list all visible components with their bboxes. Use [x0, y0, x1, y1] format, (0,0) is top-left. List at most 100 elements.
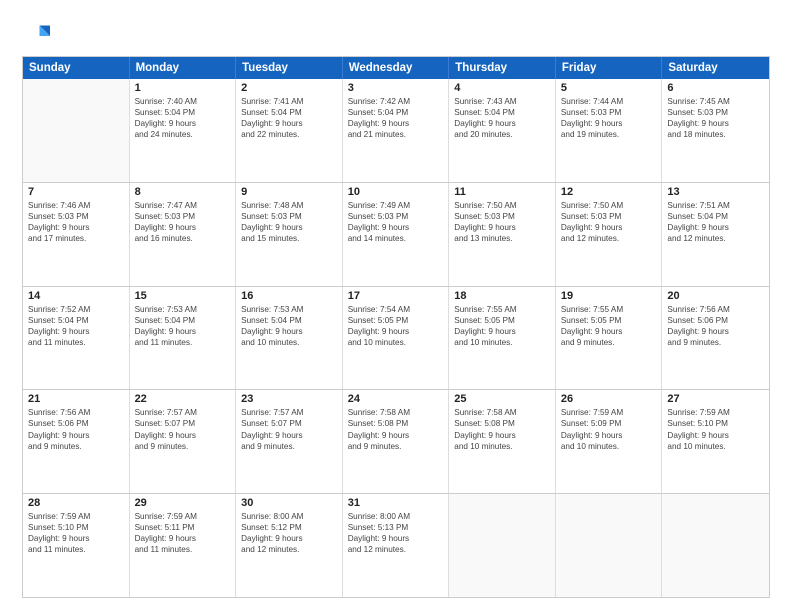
day-number: 12 — [561, 186, 657, 198]
calendar-cell: 20 Sunrise: 7:56 AMSunset: 5:06 PMDayligh… — [662, 287, 769, 390]
calendar-cell: 1Sunrise: 7:40 AMSunset: 5:04 PMDaylight… — [130, 79, 237, 182]
day-number: 24 — [348, 393, 444, 405]
cell-info: Sunrise: 7:57 AMSunset: 5:07 PMDaylight:… — [241, 407, 337, 451]
day-number: 4 — [454, 82, 550, 94]
calendar-cell: 17Sunrise: 7:54 AMSunset: 5:05 PMDayligh… — [343, 287, 450, 390]
day-number: 6 — [667, 82, 764, 94]
cell-info: Sunrise: 7:41 AMSunset: 5:04 PMDaylight:… — [241, 96, 337, 140]
calendar-cell: 23 Sunrise: 7:57 AMSunset: 5:07 PMDayligh… — [236, 390, 343, 493]
calendar-cell: 15 Sunrise: 7:53 AMSunset: 5:04 PMDayligh… — [130, 287, 237, 390]
calendar: SundayMondayTuesdayWednesdayThursdayFrid… — [22, 56, 770, 598]
calendar-cell: 8 Sunrise: 7:47 AMSunset: 5:03 PMDaylight… — [130, 183, 237, 286]
day-number: 20 — [667, 290, 764, 302]
day-number: 27 — [667, 393, 764, 405]
cell-info: Sunrise: 7:46 AMSunset: 5:03 PMDaylight:… — [28, 200, 124, 244]
cell-info: Sunrise: 7:53 AMSunset: 5:04 PMDaylight:… — [241, 304, 337, 348]
weekday-header: Tuesday — [236, 57, 343, 79]
day-number: 18 — [454, 290, 550, 302]
calendar-row: 21 Sunrise: 7:56 AMSunset: 5:06 PMDayligh… — [23, 390, 769, 494]
cell-info: Sunrise: 7:58 AMSunset: 5:08 PMDaylight:… — [454, 407, 550, 451]
cell-info: Sunrise: 7:56 AMSunset: 5:06 PMDaylight:… — [28, 407, 124, 451]
logo — [22, 22, 54, 50]
day-number: 25 — [454, 393, 550, 405]
cell-info: Sunrise: 8:00 AMSunset: 5:12 PMDaylight:… — [241, 511, 337, 555]
cell-info: Sunrise: 7:55 AMSunset: 5:05 PMDaylight:… — [561, 304, 657, 348]
calendar-cell: 27Sunrise: 7:59 AMSunset: 5:10 PMDayligh… — [662, 390, 769, 493]
day-number: 10 — [348, 186, 444, 198]
calendar-cell — [449, 494, 556, 597]
cell-info: Sunrise: 7:50 AMSunset: 5:03 PMDaylight:… — [454, 200, 550, 244]
calendar-cell: 31 Sunrise: 8:00 AMSunset: 5:13 PMDayligh… — [343, 494, 450, 597]
day-number: 16 — [241, 290, 337, 302]
day-number: 8 — [135, 186, 231, 198]
weekday-header: Monday — [130, 57, 237, 79]
day-number: 13 — [667, 186, 764, 198]
cell-info: Sunrise: 7:58 AMSunset: 5:08 PMDaylight:… — [348, 407, 444, 451]
calendar-row: 14 Sunrise: 7:52 AMSunset: 5:04 PMDayligh… — [23, 287, 769, 391]
cell-info: Sunrise: 7:40 AMSunset: 5:04 PMDaylight:… — [135, 96, 231, 140]
cell-info: Sunrise: 7:47 AMSunset: 5:03 PMDaylight:… — [135, 200, 231, 244]
calendar-row: 1Sunrise: 7:40 AMSunset: 5:04 PMDaylight… — [23, 79, 769, 183]
day-number: 30 — [241, 497, 337, 509]
calendar-cell: 9 Sunrise: 7:48 AMSunset: 5:03 PMDaylight… — [236, 183, 343, 286]
calendar-cell: 3 Sunrise: 7:42 AMSunset: 5:04 PMDaylight… — [343, 79, 450, 182]
calendar-cell: 24 Sunrise: 7:58 AMSunset: 5:08 PMDayligh… — [343, 390, 450, 493]
day-number: 28 — [28, 497, 124, 509]
day-number: 3 — [348, 82, 444, 94]
cell-info: Sunrise: 7:59 AMSunset: 5:11 PMDaylight:… — [135, 511, 231, 555]
cell-info: Sunrise: 7:50 AMSunset: 5:03 PMDaylight:… — [561, 200, 657, 244]
day-number: 14 — [28, 290, 124, 302]
day-number: 21 — [28, 393, 124, 405]
cell-info: Sunrise: 7:56 AMSunset: 5:06 PMDaylight:… — [667, 304, 764, 348]
weekday-header: Friday — [556, 57, 663, 79]
calendar-cell: 2 Sunrise: 7:41 AMSunset: 5:04 PMDaylight… — [236, 79, 343, 182]
calendar-cell: 4 Sunrise: 7:43 AMSunset: 5:04 PMDaylight… — [449, 79, 556, 182]
calendar-cell: 5 Sunrise: 7:44 AMSunset: 5:03 PMDaylight… — [556, 79, 663, 182]
calendar-cell: 28 Sunrise: 7:59 AMSunset: 5:10 PMDayligh… — [23, 494, 130, 597]
day-number: 26 — [561, 393, 657, 405]
calendar-cell: 10 Sunrise: 7:49 AMSunset: 5:03 PMDayligh… — [343, 183, 450, 286]
cell-info: Sunrise: 7:52 AMSunset: 5:04 PMDaylight:… — [28, 304, 124, 348]
cell-info: Sunrise: 7:44 AMSunset: 5:03 PMDaylight:… — [561, 96, 657, 140]
calendar-cell — [662, 494, 769, 597]
weekday-header: Wednesday — [343, 57, 450, 79]
cell-info: Sunrise: 7:43 AMSunset: 5:04 PMDaylight:… — [454, 96, 550, 140]
calendar-cell: 30 Sunrise: 8:00 AMSunset: 5:12 PMDayligh… — [236, 494, 343, 597]
calendar-cell: 25 Sunrise: 7:58 AMSunset: 5:08 PMDayligh… — [449, 390, 556, 493]
calendar-cell: 12 Sunrise: 7:50 AMSunset: 5:03 PMDayligh… — [556, 183, 663, 286]
day-number: 11 — [454, 186, 550, 198]
day-number: 7 — [28, 186, 124, 198]
calendar-cell: 13Sunrise: 7:51 AMSunset: 5:04 PMDayligh… — [662, 183, 769, 286]
day-number: 15 — [135, 290, 231, 302]
day-number: 9 — [241, 186, 337, 198]
calendar-cell — [556, 494, 663, 597]
cell-info: Sunrise: 7:59 AMSunset: 5:09 PMDaylight:… — [561, 407, 657, 451]
cell-info: Sunrise: 7:59 AMSunset: 5:10 PMDaylight:… — [28, 511, 124, 555]
weekday-header: Saturday — [662, 57, 769, 79]
header — [22, 18, 770, 50]
calendar-cell: 6Sunrise: 7:45 AMSunset: 5:03 PMDaylight… — [662, 79, 769, 182]
cell-info: Sunrise: 7:55 AMSunset: 5:05 PMDaylight:… — [454, 304, 550, 348]
calendar-cell: 7 Sunrise: 7:46 AMSunset: 5:03 PMDaylight… — [23, 183, 130, 286]
cell-info: Sunrise: 7:42 AMSunset: 5:04 PMDaylight:… — [348, 96, 444, 140]
calendar-cell: 21 Sunrise: 7:56 AMSunset: 5:06 PMDayligh… — [23, 390, 130, 493]
calendar-page: SundayMondayTuesdayWednesdayThursdayFrid… — [0, 0, 792, 612]
day-number: 23 — [241, 393, 337, 405]
cell-info: Sunrise: 7:48 AMSunset: 5:03 PMDaylight:… — [241, 200, 337, 244]
day-number: 29 — [135, 497, 231, 509]
cell-info: Sunrise: 7:53 AMSunset: 5:04 PMDaylight:… — [135, 304, 231, 348]
day-number: 2 — [241, 82, 337, 94]
day-number: 5 — [561, 82, 657, 94]
weekday-header: Thursday — [449, 57, 556, 79]
cell-info: Sunrise: 7:49 AMSunset: 5:03 PMDaylight:… — [348, 200, 444, 244]
cell-info: Sunrise: 7:54 AMSunset: 5:05 PMDaylight:… — [348, 304, 444, 348]
day-number: 31 — [348, 497, 444, 509]
calendar-cell: 16 Sunrise: 7:53 AMSunset: 5:04 PMDayligh… — [236, 287, 343, 390]
cell-info: Sunrise: 8:00 AMSunset: 5:13 PMDaylight:… — [348, 511, 444, 555]
day-number: 19 — [561, 290, 657, 302]
cell-info: Sunrise: 7:57 AMSunset: 5:07 PMDaylight:… — [135, 407, 231, 451]
calendar-cell: 29 Sunrise: 7:59 AMSunset: 5:11 PMDayligh… — [130, 494, 237, 597]
logo-icon — [22, 22, 50, 50]
calendar-cell: 14 Sunrise: 7:52 AMSunset: 5:04 PMDayligh… — [23, 287, 130, 390]
calendar-cell — [23, 79, 130, 182]
